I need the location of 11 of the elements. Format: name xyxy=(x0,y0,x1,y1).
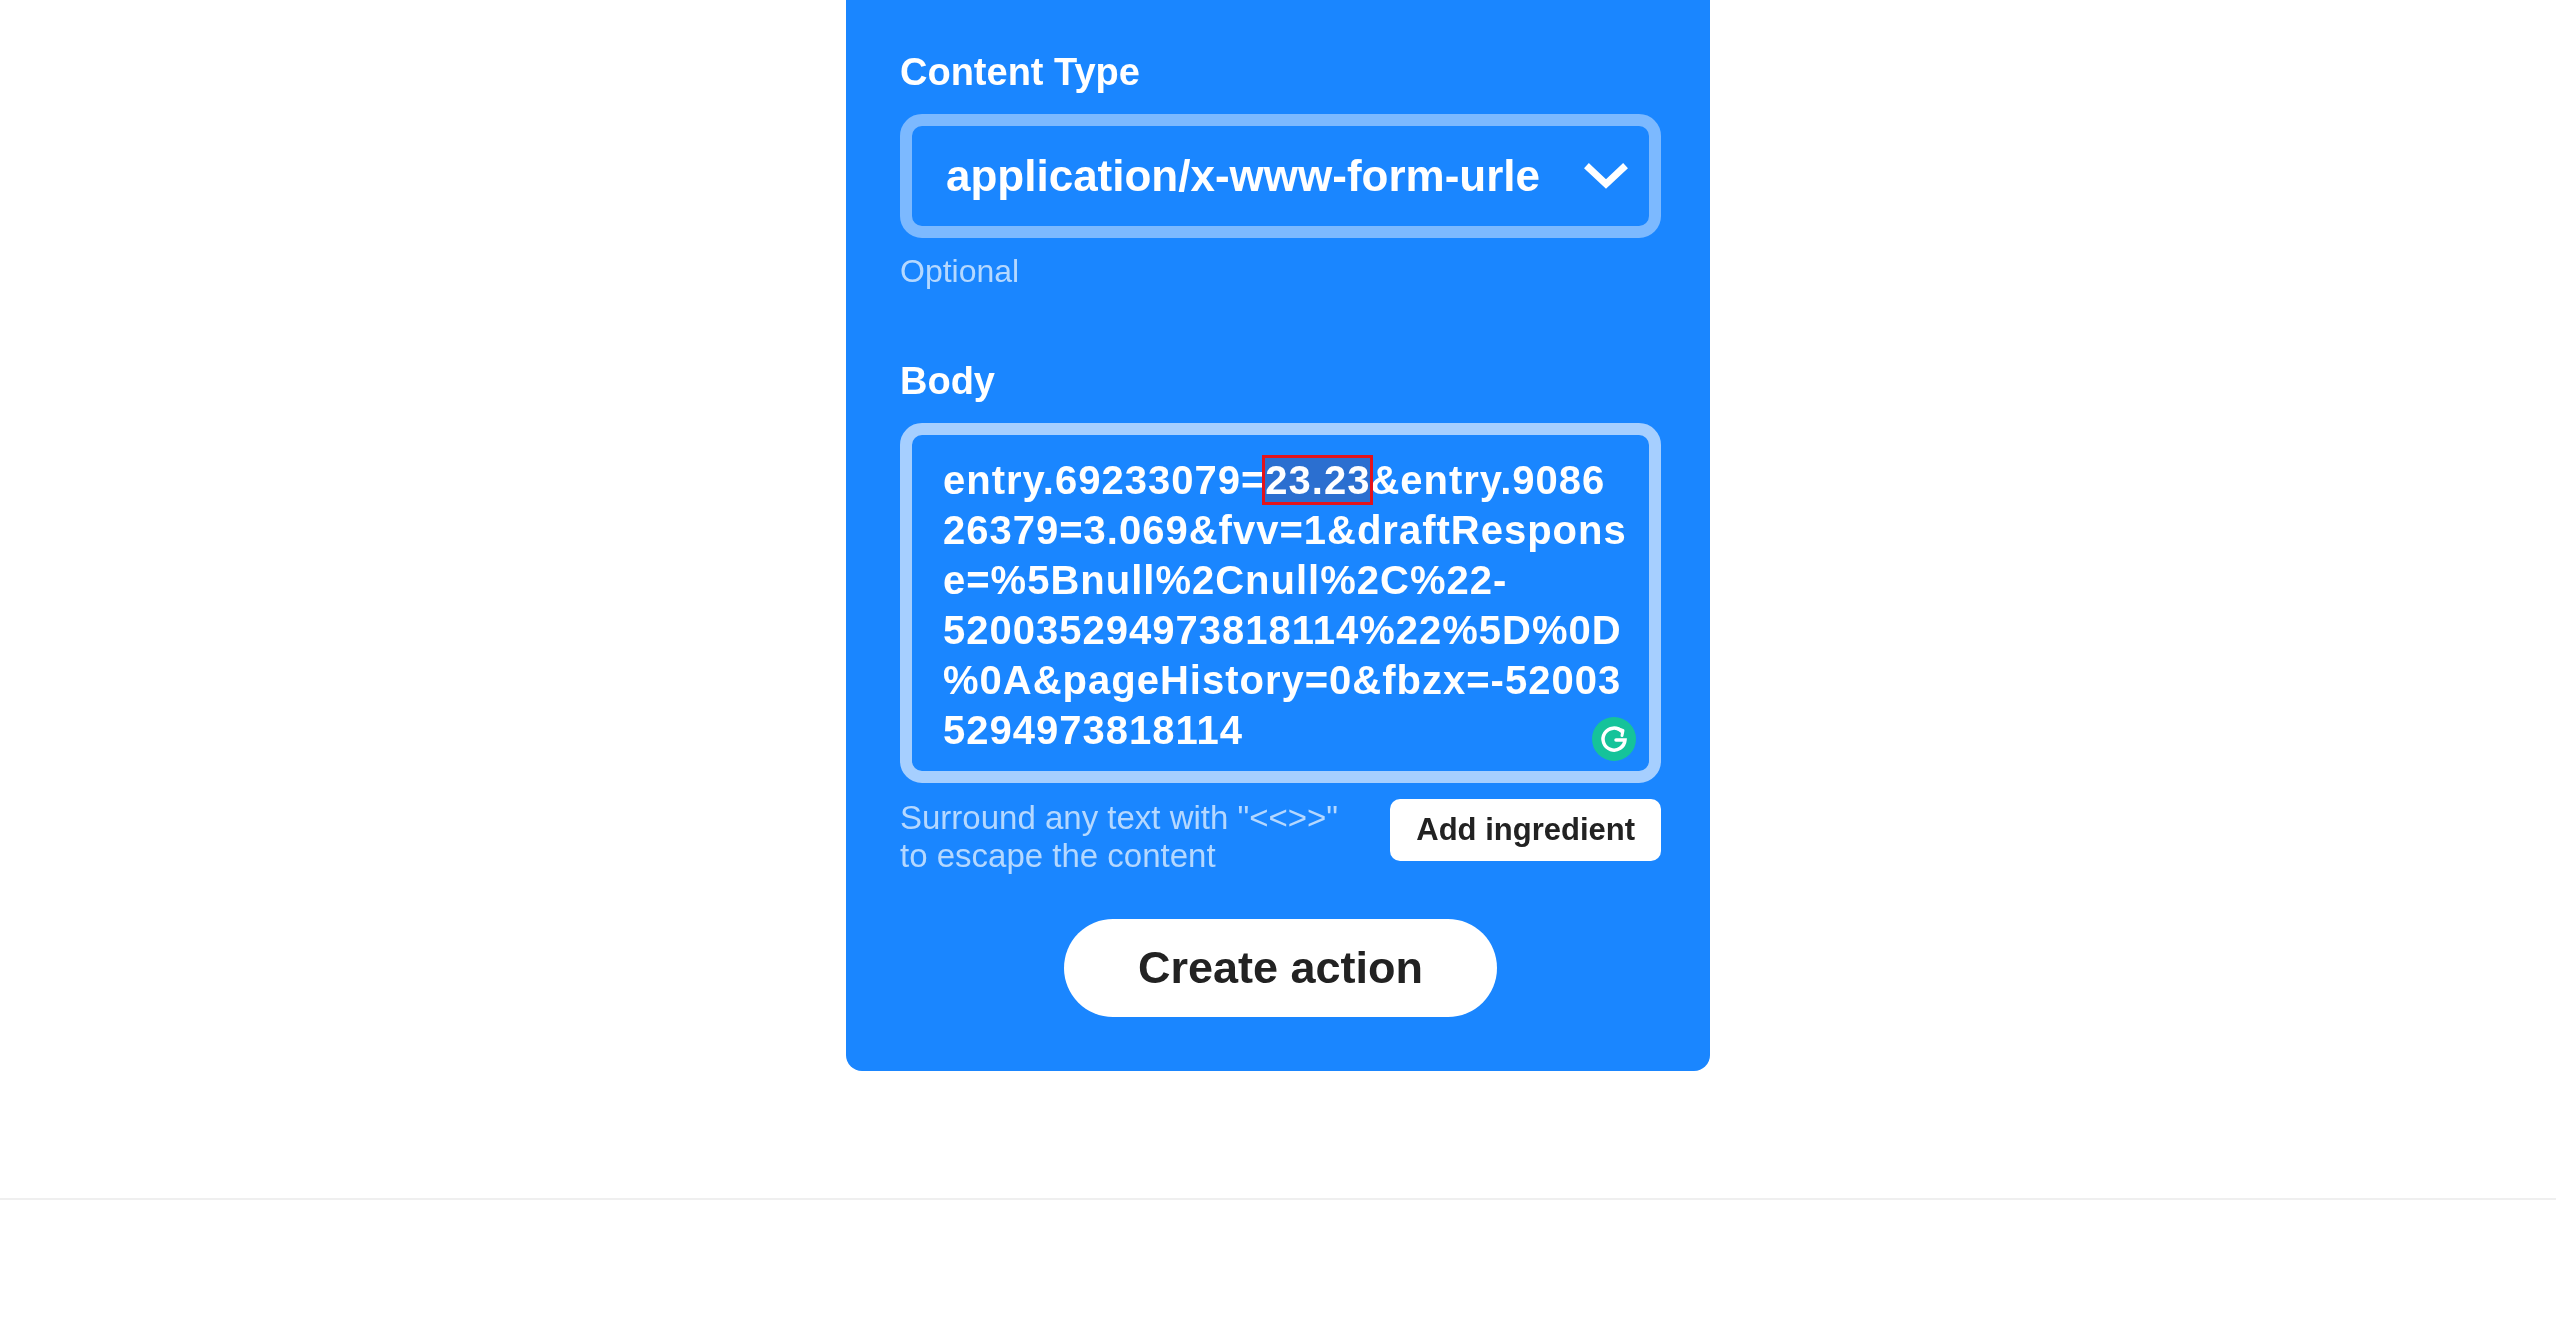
hint-text: Optional xyxy=(900,252,1021,291)
chevron-down-icon xyxy=(1584,163,1628,189)
add-ingredient-button[interactable]: Add ingredient xyxy=(1390,799,1661,861)
selected-text: 23.23 xyxy=(1265,458,1371,502)
body-field[interactable]: entry.69233079=23.23&entry.908626379=3.069&fvv=1&draftResponse=%5Bnull%2Cnull%2C%22-520035294973818114%22%5D%0D%0A&pageHistory=0&fbzx=-520035294973818114 xyxy=(900,423,1661,783)
field-label: Body xyxy=(900,359,996,404)
create-action-button[interactable]: Create action xyxy=(1064,919,1497,1017)
field-label: Content Type xyxy=(900,50,1141,95)
helper-text: Surround any text with "<<>>" to escape the content xyxy=(900,799,1340,875)
content-type-select[interactable]: application/x-www-form-urle xyxy=(900,114,1661,238)
g-badge-icon[interactable] xyxy=(1592,717,1636,761)
